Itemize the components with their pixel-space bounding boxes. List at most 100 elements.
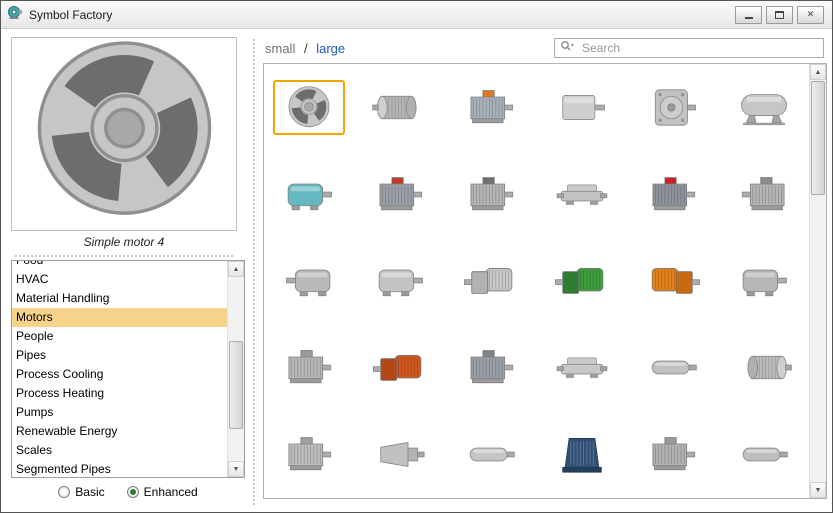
motor-symbol-icon: [273, 340, 345, 395]
maximize-button[interactable]: [766, 5, 793, 24]
symbol-cell-2[interactable]: [355, 64, 446, 151]
category-item-pipes[interactable]: Pipes: [12, 346, 227, 365]
symbol-cell-17[interactable]: [627, 238, 718, 325]
titlebar[interactable]: Symbol Factory ✕: [1, 1, 832, 29]
category-item-process-heating[interactable]: Process Heating: [12, 384, 227, 403]
preview-caption: Simple motor 4: [83, 235, 165, 249]
size-small-link[interactable]: small: [265, 41, 295, 56]
grid-scrollbar[interactable]: ▲ ▼: [809, 64, 826, 498]
category-scrollbar[interactable]: ▲ ▼: [227, 261, 244, 477]
symbol-cell-24[interactable]: [718, 324, 809, 411]
category-list[interactable]: Food HVAC Material Handling Motors People Pip…: [11, 260, 245, 478]
symbol-cell-14[interactable]: [355, 238, 446, 325]
motor-symbol-icon: [546, 340, 618, 395]
scrollbar-thumb[interactable]: [811, 81, 825, 195]
size-links-separator: /: [303, 40, 308, 56]
symbol-cell-11[interactable]: [627, 151, 718, 238]
radio-enhanced-circle[interactable]: [126, 486, 139, 498]
motor-symbol-icon: [364, 80, 436, 135]
motor-symbol-icon: [273, 167, 345, 222]
scroll-down-button[interactable]: ▼: [810, 482, 826, 498]
scroll-down-button[interactable]: ▼: [228, 461, 244, 477]
motor-symbol-icon: [637, 167, 709, 222]
radio-basic-circle[interactable]: [58, 486, 71, 498]
symbol-cell-29[interactable]: [627, 411, 718, 498]
horizontal-dotted-divider: [15, 255, 233, 257]
motor-symbol-icon: [364, 167, 436, 222]
category-item-scales[interactable]: Scales: [12, 441, 227, 460]
category-item-food[interactable]: Food: [12, 261, 227, 270]
category-item-material-handling[interactable]: Material Handling: [12, 289, 227, 308]
category-item-motors[interactable]: Motors: [12, 308, 227, 327]
motor-symbol-icon: [728, 253, 800, 308]
search-icon: [560, 39, 575, 57]
minimize-button[interactable]: [735, 5, 762, 24]
symbol-cell-13[interactable]: [264, 238, 355, 325]
symbol-cell-30[interactable]: [718, 411, 809, 498]
motor-symbol-icon: [455, 253, 527, 308]
category-item-pumps[interactable]: Pumps: [12, 403, 227, 422]
radio-basic-label: Basic: [75, 485, 105, 499]
motor-symbol-icon: [455, 340, 527, 395]
symbol-cell-18[interactable]: [718, 238, 809, 325]
close-button[interactable]: ✕: [797, 5, 824, 24]
search-input[interactable]: [580, 40, 818, 56]
radio-basic[interactable]: Basic: [58, 485, 105, 499]
symbol-style-options: Basic Enhanced: [11, 485, 245, 499]
symbol-cell-21[interactable]: [446, 324, 537, 411]
symbol-cell-1[interactable]: [264, 64, 355, 151]
search-box[interactable]: [554, 38, 824, 58]
motor-symbol-icon: [273, 427, 345, 482]
category-item-hvac[interactable]: HVAC: [12, 270, 227, 289]
symbol-cell-4[interactable]: [537, 64, 628, 151]
size-links: small / large: [265, 41, 345, 56]
motor-symbol-icon: [546, 80, 618, 135]
symbol-cell-23[interactable]: [627, 324, 718, 411]
symbol-cell-19[interactable]: [264, 324, 355, 411]
minimize-icon: [744, 17, 753, 19]
motor-symbol-icon: [455, 80, 527, 135]
size-large-link[interactable]: large: [316, 41, 345, 56]
symbol-grid-cells: [264, 64, 809, 498]
symbol-cell-5[interactable]: [627, 64, 718, 151]
app-icon: [7, 4, 23, 25]
symbol-cell-25[interactable]: [264, 411, 355, 498]
window-controls: ✕: [735, 5, 826, 24]
symbol-cell-15[interactable]: [446, 238, 537, 325]
scrollbar-thumb[interactable]: [229, 341, 243, 429]
motor-symbol-icon: [637, 253, 709, 308]
category-item-people[interactable]: People: [12, 327, 227, 346]
motor-symbol-icon: [546, 167, 618, 222]
scroll-up-button[interactable]: ▲: [228, 261, 244, 277]
symbol-cell-8[interactable]: [355, 151, 446, 238]
motor-symbol-icon: [637, 340, 709, 395]
symbol-cell-27[interactable]: [446, 411, 537, 498]
symbol-cell-3[interactable]: [446, 64, 537, 151]
symbol-cell-28[interactable]: [537, 411, 628, 498]
symbol-cell-12[interactable]: [718, 151, 809, 238]
symbol-cell-10[interactable]: [537, 151, 628, 238]
motor-symbol-icon: [273, 253, 345, 308]
symbol-cell-6[interactable]: [718, 64, 809, 151]
category-item-renewable-energy[interactable]: Renewable Energy: [12, 422, 227, 441]
category-items: Food HVAC Material Handling Motors People Pip…: [12, 261, 227, 477]
motor-symbol-icon: [364, 427, 436, 482]
category-item-segmented-pipes[interactable]: Segmented Pipes: [12, 460, 227, 477]
vertical-dotted-divider: [253, 39, 255, 505]
motor-symbol-icon: [728, 340, 800, 395]
symbol-grid: ▲ ▼: [263, 63, 827, 499]
maximize-icon: [775, 10, 784, 19]
symbol-cell-7[interactable]: [264, 151, 355, 238]
symbol-cell-9[interactable]: [446, 151, 537, 238]
close-icon: ✕: [806, 9, 815, 19]
motor-symbol-icon: [728, 167, 800, 222]
motor-symbol-icon: [273, 79, 346, 135]
symbol-cell-22[interactable]: [537, 324, 628, 411]
symbol-cell-16[interactable]: [537, 238, 628, 325]
symbol-cell-20[interactable]: [355, 324, 446, 411]
symbol-cell-26[interactable]: [355, 411, 446, 498]
radio-enhanced[interactable]: Enhanced: [126, 485, 198, 499]
scroll-up-button[interactable]: ▲: [810, 64, 826, 80]
radio-enhanced-label: Enhanced: [143, 485, 198, 499]
category-item-process-cooling[interactable]: Process Cooling: [12, 365, 227, 384]
